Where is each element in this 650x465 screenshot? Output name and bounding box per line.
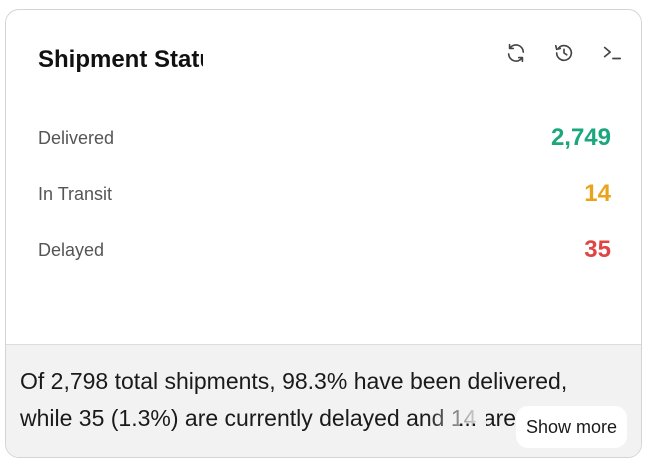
summary-ellipsis: ... — [458, 405, 478, 431]
stat-value: 35 — [584, 236, 611, 263]
terminal-icon — [603, 46, 622, 60]
stat-row-delayed: Delayed 35 — [38, 222, 611, 278]
terminal-button[interactable] — [599, 40, 625, 66]
history-icon — [554, 44, 573, 62]
stat-row-delivered: Delivered 2,749 — [38, 110, 611, 166]
stat-row-in-transit: In Transit 14 — [38, 166, 611, 222]
stats-list: Delivered 2,749 In Transit 14 Delayed 35 — [38, 110, 611, 278]
stat-label: Delayed — [38, 239, 105, 260]
card-title: Shipment Status — [38, 46, 203, 73]
card-header: Shipment Status — [6, 10, 641, 110]
refresh-icon — [507, 43, 525, 63]
stat-value: 14 — [584, 180, 611, 207]
refresh-button[interactable] — [503, 40, 529, 66]
show-more-button[interactable]: Show more — [515, 406, 627, 448]
history-button[interactable] — [551, 40, 577, 66]
stat-label: In Transit — [38, 183, 113, 204]
stat-value: 2,749 — [550, 124, 611, 151]
shipment-status-card: Shipment Status — [5, 9, 642, 458]
stat-label: Delivered — [38, 127, 115, 148]
card-toolbar — [503, 40, 625, 66]
summary-footer: Of 2,798 total shipments, 98.3% have bee… — [6, 344, 641, 457]
